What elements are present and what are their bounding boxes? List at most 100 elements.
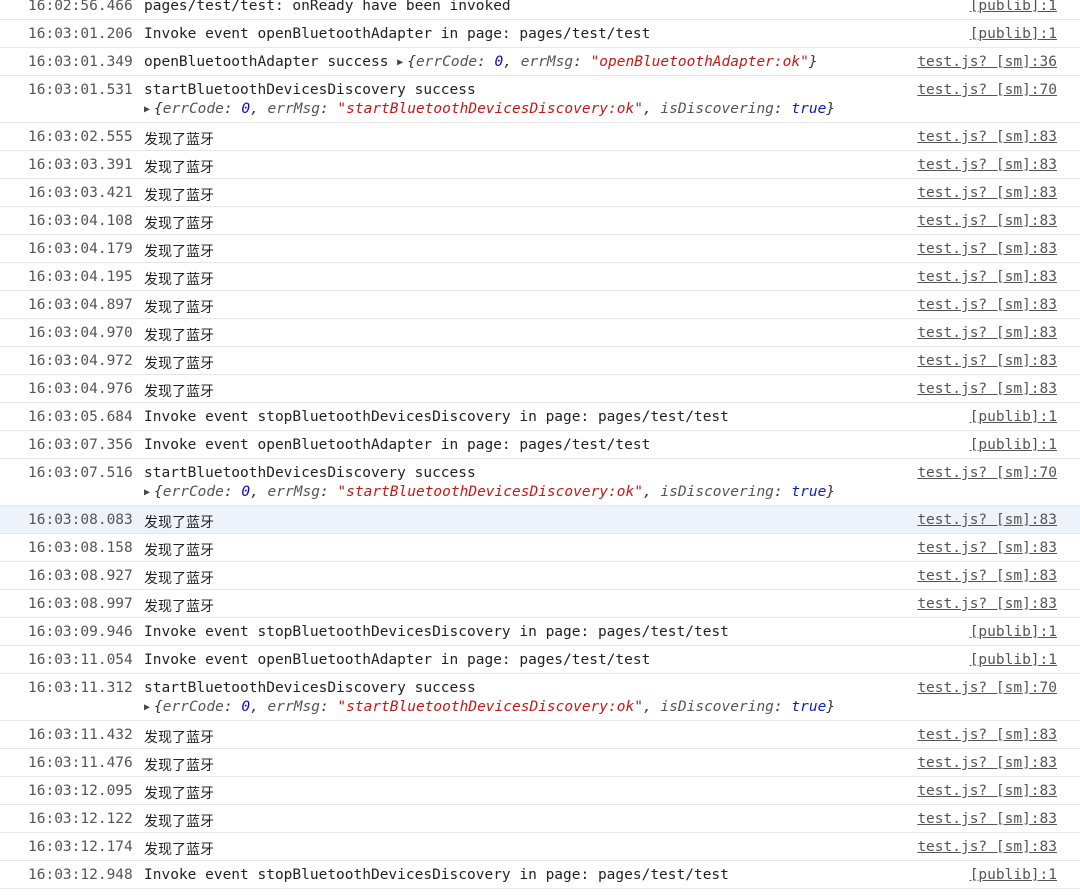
source-link[interactable]: test.js? [sm]:83 xyxy=(917,213,1057,229)
log-message: 发现了蓝牙 xyxy=(144,328,214,344)
source-link[interactable]: test.js? [sm]:83 xyxy=(917,269,1057,285)
source-link[interactable]: [publib]:1 xyxy=(970,867,1057,883)
source-link[interactable]: test.js? [sm]:83 xyxy=(917,297,1057,313)
log-row[interactable]: 16:03:04.976 发现了蓝牙 test.js? [sm]:83 xyxy=(0,375,1080,403)
log-row[interactable]: 16:03:09.946 Invoke event stopBluetoothDe… xyxy=(0,618,1080,646)
object-preview: {errCode: 0, errMsg: "startBluetoothDevi… xyxy=(154,101,836,117)
object-value: "startBluetoothDevicesDiscovery:ok" xyxy=(337,699,643,715)
object-value: "openBluetoothAdapter:ok" xyxy=(590,54,809,70)
log-row[interactable]: 16:03:04.972 发现了蓝牙 test.js? [sm]:83 xyxy=(0,347,1080,375)
expand-triangle-icon[interactable]: ▶ xyxy=(144,487,150,498)
log-row[interactable]: 16:03:08.997 发现了蓝牙 test.js? [sm]:83 xyxy=(0,590,1080,618)
log-row[interactable]: 16:03:01.206 Invoke event openBluetoothAd… xyxy=(0,20,1080,48)
source-link[interactable]: test.js? [sm]:83 xyxy=(917,157,1057,173)
object-preview: {errCode: 0, errMsg: "startBluetoothDevi… xyxy=(154,484,836,500)
object-key: errCode xyxy=(162,484,224,500)
expand-triangle-icon[interactable]: ▶ xyxy=(397,57,403,68)
source-link[interactable]: test.js? [sm]:83 xyxy=(917,185,1057,201)
source-link[interactable]: test.js? [sm]:83 xyxy=(917,596,1057,612)
source-link[interactable]: test.js? [sm]:83 xyxy=(917,755,1057,771)
log-row[interactable]: 16:03:03.391 发现了蓝牙 test.js? [sm]:83 xyxy=(0,151,1080,179)
object-key: errMsg xyxy=(267,699,320,715)
log-row[interactable]: 16:02:56.466 pages/test/test: onReady hav… xyxy=(0,0,1080,20)
log-row[interactable]: 16:03:07.356 Invoke event openBluetoothAd… xyxy=(0,431,1080,459)
log-row[interactable]: 16:03:11.312 startBluetoothDevicesDiscove… xyxy=(0,674,1080,721)
source-link[interactable]: test.js? [sm]:83 xyxy=(917,512,1057,528)
expand-triangle-icon[interactable]: ▶ xyxy=(144,702,150,713)
log-row[interactable]: 16:03:08.158 发现了蓝牙 test.js? [sm]:83 xyxy=(0,534,1080,562)
source-link[interactable]: test.js? [sm]:83 xyxy=(917,568,1057,584)
log-row[interactable]: 16:03:01.349 openBluetoothAdapter success… xyxy=(0,48,1080,76)
timestamp: 16:03:12.174 xyxy=(28,839,133,855)
source-link[interactable]: [publib]:1 xyxy=(970,624,1057,640)
source-link[interactable]: test.js? [sm]:70 xyxy=(917,680,1057,696)
log-message: Invoke event openBluetoothAdapter in pag… xyxy=(144,437,651,453)
log-message: startBluetoothDevicesDiscovery success xyxy=(144,680,476,696)
timestamp: 16:03:04.976 xyxy=(28,381,133,397)
timestamp: 16:03:12.095 xyxy=(28,783,133,799)
log-message: Invoke event stopBluetoothDevicesDiscove… xyxy=(144,867,729,883)
log-row[interactable]: 16:03:05.684 Invoke event stopBluetoothDe… xyxy=(0,403,1080,431)
timestamp: 16:03:03.421 xyxy=(28,185,133,201)
log-row[interactable]: 16:03:11.432 发现了蓝牙 test.js? [sm]:83 xyxy=(0,721,1080,749)
log-row[interactable]: 16:03:04.195 发现了蓝牙 test.js? [sm]:83 xyxy=(0,263,1080,291)
log-row[interactable]: 16:03:12.095 发现了蓝牙 test.js? [sm]:83 xyxy=(0,777,1080,805)
source-link[interactable]: test.js? [sm]:83 xyxy=(917,353,1057,369)
source-link[interactable]: test.js? [sm]:70 xyxy=(917,465,1057,481)
source-link[interactable]: [publib]:1 xyxy=(970,0,1057,14)
source-link[interactable]: [publib]:1 xyxy=(970,409,1057,425)
source-link[interactable]: [publib]:1 xyxy=(970,26,1057,42)
timestamp: 16:03:11.054 xyxy=(28,652,133,668)
source-link[interactable]: test.js? [sm]:83 xyxy=(917,129,1057,145)
log-row[interactable]: 16:03:02.555 发现了蓝牙 test.js? [sm]:83 xyxy=(0,123,1080,151)
log-object-line[interactable]: ▶ {errCode: 0, errMsg: "startBluetoothDev… xyxy=(144,101,835,117)
log-row[interactable]: 16:03:08.083 发现了蓝牙 test.js? [sm]:83 xyxy=(0,506,1080,534)
log-message: 发现了蓝牙 xyxy=(144,244,214,260)
log-row[interactable]: 16:03:12.948 Invoke event stopBluetoothDe… xyxy=(0,861,1080,889)
object-key: isDiscovering xyxy=(660,699,774,715)
timestamp: 16:03:11.432 xyxy=(28,727,133,743)
log-object-line[interactable]: ▶ {errCode: 0, errMsg: "startBluetoothDev… xyxy=(144,484,835,500)
object-value: 0 xyxy=(241,484,251,500)
source-link[interactable]: [publib]:1 xyxy=(970,437,1057,453)
source-link[interactable]: test.js? [sm]:83 xyxy=(917,811,1057,827)
source-link[interactable]: test.js? [sm]:36 xyxy=(917,54,1057,70)
log-message: 发现了蓝牙 xyxy=(144,384,214,400)
timestamp: 16:03:03.391 xyxy=(28,157,133,173)
timestamp: 16:03:11.312 xyxy=(28,680,133,696)
log-object-line[interactable]: ▶ {errCode: 0, errMsg: "startBluetoothDev… xyxy=(144,699,835,715)
source-link[interactable]: test.js? [sm]:83 xyxy=(917,241,1057,257)
timestamp: 16:03:04.195 xyxy=(28,269,133,285)
source-link[interactable]: test.js? [sm]:83 xyxy=(917,540,1057,556)
object-key: errMsg xyxy=(520,54,574,70)
log-message: pages/test/test: onReady have been invok… xyxy=(144,0,511,14)
log-row[interactable]: 16:03:12.174 发现了蓝牙 test.js? [sm]:83 xyxy=(0,833,1080,861)
object-value: true xyxy=(791,101,827,117)
timestamp: 16:02:56.466 xyxy=(28,0,133,14)
log-row[interactable]: 16:03:11.054 Invoke event openBluetoothAd… xyxy=(0,646,1080,674)
log-row[interactable]: 16:03:01.531 startBluetoothDevicesDiscove… xyxy=(0,76,1080,123)
source-link[interactable]: [publib]:1 xyxy=(970,652,1057,668)
log-row[interactable]: 16:03:11.476 发现了蓝牙 test.js? [sm]:83 xyxy=(0,749,1080,777)
source-link[interactable]: test.js? [sm]:70 xyxy=(917,82,1057,98)
log-row[interactable]: 16:03:08.927 发现了蓝牙 test.js? [sm]:83 xyxy=(0,562,1080,590)
object-key: isDiscovering xyxy=(660,484,774,500)
log-row[interactable]: 16:03:04.179 发现了蓝牙 test.js? [sm]:83 xyxy=(0,235,1080,263)
log-row[interactable]: 16:03:04.970 发现了蓝牙 test.js? [sm]:83 xyxy=(0,319,1080,347)
log-row[interactable]: 16:03:12.122 发现了蓝牙 test.js? [sm]:83 xyxy=(0,805,1080,833)
expand-triangle-icon[interactable]: ▶ xyxy=(144,104,150,115)
log-row[interactable]: 16:03:07.516 startBluetoothDevicesDiscove… xyxy=(0,459,1080,506)
log-row[interactable]: 16:03:03.421 发现了蓝牙 test.js? [sm]:83 xyxy=(0,179,1080,207)
console-log: 16:02:56.466 pages/test/test: onReady hav… xyxy=(0,0,1080,889)
source-link[interactable]: test.js? [sm]:83 xyxy=(917,839,1057,855)
object-key: errCode xyxy=(162,101,224,117)
log-row[interactable]: 16:03:04.108 发现了蓝牙 test.js? [sm]:83 xyxy=(0,207,1080,235)
object-key: errCode xyxy=(162,699,224,715)
source-link[interactable]: test.js? [sm]:83 xyxy=(917,783,1057,799)
source-link[interactable]: test.js? [sm]:83 xyxy=(917,325,1057,341)
timestamp: 16:03:08.158 xyxy=(28,540,133,556)
log-row[interactable]: 16:03:04.897 发现了蓝牙 test.js? [sm]:83 xyxy=(0,291,1080,319)
object-key: errCode xyxy=(415,54,478,70)
source-link[interactable]: test.js? [sm]:83 xyxy=(917,727,1057,743)
source-link[interactable]: test.js? [sm]:83 xyxy=(917,381,1057,397)
